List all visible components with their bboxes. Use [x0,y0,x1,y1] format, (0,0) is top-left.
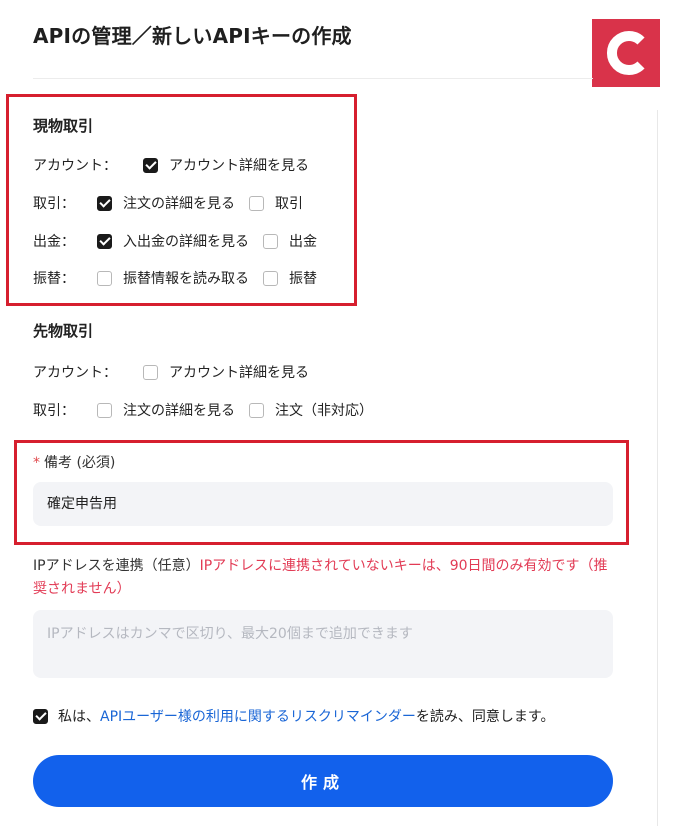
risk-reminder-link[interactable]: APIユーザー様の利用に関するリスクリマインダー [100,706,416,726]
header-divider [33,78,593,79]
spot-account-view-label: アカウント詳細を見る [169,158,309,174]
checkbox-empty-icon [263,270,278,286]
spot-transfer-checkbox[interactable]: 振替 [263,268,317,288]
logo-c-glyph [606,31,645,75]
spot-trade-label: 取引： [33,196,75,212]
agreement-suffix: を読み、同意します。 [415,709,555,725]
futures-account-view-label: アカウント詳細を見る [169,365,309,381]
spot-deposit-details-checkbox[interactable]: 入出金の詳細を見る [97,231,249,251]
spot-row-withdraw: 出金： 入出金の詳細を見る 出金 [33,230,331,252]
spot-transfer-option-label: 振替 [289,271,317,287]
create-button[interactable]: 作成 [33,755,613,807]
spot-trade-option-label: 取引 [275,196,303,212]
spot-order-details-label: 注文の詳細を見る [123,196,235,212]
futures-order-option-label: 注文（非対応） [275,403,373,419]
spot-withdraw-label: 出金： [33,234,75,250]
ip-address-input[interactable]: IPアドレスはカンマで区切り、最大20個まで追加できます [33,610,613,678]
futures-trade-label: 取引： [33,403,75,419]
panel-right-border [657,110,658,826]
checkbox-checked-icon [143,157,158,173]
futures-row-account: アカウント： アカウント詳細を見る [33,361,323,383]
spot-row-account: アカウント： アカウント詳細を見る [33,154,323,176]
checkbox-checked-icon [97,233,112,249]
spot-withdraw-option-label: 出金 [289,234,317,250]
checkbox-empty-icon [249,402,264,418]
memo-label: * 備考 (必須) [33,452,115,472]
spot-transfer-read-label: 振替情報を読み取る [123,271,249,287]
required-asterisk: * [33,455,40,471]
spot-account-view-checkbox[interactable]: アカウント詳細を見る [143,155,309,175]
spot-deposit-details-label: 入出金の詳細を見る [123,234,249,250]
brand-logo-icon [592,19,660,87]
futures-order-checkbox[interactable]: 注文（非対応） [249,400,373,420]
agreement-row: 私は、 APIユーザー様の利用に関するリスクリマインダー を読み、同意します。 [33,705,554,727]
spot-section-title: 現物取引 [33,117,94,135]
checkbox-checked-icon [97,195,112,211]
futures-order-details-checkbox[interactable]: 注文の詳細を見る [97,400,235,420]
checkbox-empty-icon [143,364,158,380]
memo-input[interactable]: 確定申告用 [33,482,613,526]
agreement-checkbox[interactable] [33,708,48,724]
agreement-prefix: 私は、 [58,709,100,725]
spot-transfer-read-checkbox[interactable]: 振替情報を読み取る [97,268,249,288]
spot-transfer-label: 振替： [33,271,75,287]
spot-row-transfer: 振替： 振替情報を読み取る 振替 [33,267,331,289]
ip-binding-text: IPアドレスを連携（任意）IPアドレスに連携されていないキーは、90日間のみ有効… [33,555,608,601]
spot-row-trade: 取引： 注文の詳細を見る 取引 [33,192,317,214]
ip-binding-label: IPアドレスを連携（任意） [33,558,200,574]
spot-order-details-checkbox[interactable]: 注文の詳細を見る [97,193,235,213]
futures-account-label: アカウント： [33,365,117,381]
checkbox-empty-icon [263,233,278,249]
checkbox-empty-icon [249,195,264,211]
spot-withdraw-checkbox[interactable]: 出金 [263,231,317,251]
futures-order-details-label: 注文の詳細を見る [123,403,235,419]
spot-trade-checkbox[interactable]: 取引 [249,193,303,213]
futures-account-view-checkbox[interactable]: アカウント詳細を見る [143,362,309,382]
memo-label-text: 備考 (必須) [44,455,116,471]
checkbox-empty-icon [97,402,112,418]
checkbox-empty-icon [97,270,112,286]
futures-section-title: 先物取引 [33,322,94,340]
spot-account-label: アカウント： [33,158,117,174]
futures-row-trade: 取引： 注文の詳細を見る 注文（非対応） [33,399,387,421]
page-title: APIの管理／新しいAPIキーの作成 [33,24,352,48]
